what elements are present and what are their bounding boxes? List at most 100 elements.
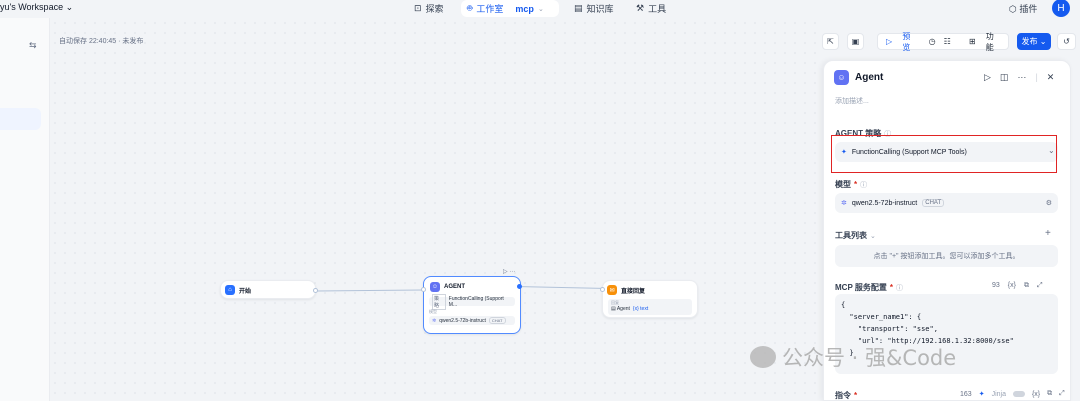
- export-icon[interactable]: ⇱: [822, 33, 839, 50]
- tools-label-row: 工具列表 ⌄: [835, 230, 876, 241]
- version-history-icon[interactable]: ↺: [1057, 33, 1076, 50]
- help-icon[interactable]: ⓘ: [860, 180, 867, 190]
- env-icon[interactable]: ▣: [847, 33, 864, 50]
- autosave-status: 自动保存 22:40:45 · 未发布: [59, 38, 144, 45]
- nav-explore[interactable]: ⊡ 探索: [414, 2, 444, 15]
- divider: |: [1035, 72, 1038, 82]
- split-view-icon[interactable]: ◫: [1000, 72, 1009, 83]
- watermark-text: 公众号 · 强&Code: [782, 346, 957, 370]
- node-agent[interactable]: ☺ AGENT 策略 FunctionCalling (Support M...…: [423, 276, 521, 334]
- publish-button[interactable]: 发布 ⌄: [1017, 33, 1051, 50]
- wechat-icon: [750, 346, 776, 368]
- node-agent-actions[interactable]: ▷ ···: [503, 268, 515, 275]
- plugin-button[interactable]: ⬡ 插件: [1009, 2, 1037, 15]
- nav-tools-label: 工具: [648, 4, 667, 14]
- collapse-icon[interactable]: ⇆: [29, 40, 37, 51]
- publish-label: 发布: [1021, 37, 1038, 46]
- chevron-down-icon[interactable]: ⌄: [538, 5, 544, 13]
- node-answer[interactable]: ✉ 直接回复 回复 ▤ Agent {x} text: [602, 280, 698, 318]
- model-select[interactable]: ✲ qwen2.5-72b-instruct CHAT ⚙: [835, 193, 1058, 213]
- agent-icon: ☺: [834, 70, 849, 85]
- node-agent-title: AGENT: [444, 284, 465, 290]
- compass-icon: ⊡: [414, 3, 422, 13]
- help-icon[interactable]: ⓘ: [896, 283, 903, 293]
- insert-variable-button[interactable]: {x}: [1008, 282, 1016, 290]
- preview-label: 预览: [902, 31, 911, 52]
- tools-hint-text: 点击 "+" 按钮添加工具。您可以添加多个工具。: [873, 253, 1020, 260]
- answer-icon: ✉: [607, 285, 617, 295]
- agent-icon: ☺: [430, 282, 440, 292]
- robot-icon: 🤖︎: [467, 3, 473, 13]
- panel-title[interactable]: Agent: [855, 72, 883, 83]
- sidebar-selected-item[interactable]: [0, 108, 41, 130]
- preview-button[interactable]: ▷ 预览: [878, 31, 925, 53]
- workspace-switcher[interactable]: yu's Workspace ⌄: [0, 2, 73, 13]
- close-icon[interactable]: ✕: [1047, 72, 1055, 83]
- nav-studio[interactable]: 🤖︎ 工作室 mcp ⌄: [461, 0, 559, 17]
- checklist-icon[interactable]: ☷: [940, 37, 955, 46]
- grid-icon: ⊞: [968, 37, 976, 46]
- model-badge: CHAT: [922, 199, 945, 207]
- mcp-char-count: 93: [992, 282, 1000, 289]
- nav-tools[interactable]: ⚒ 工具: [636, 2, 666, 15]
- model-text: qwen2.5-72b-instruct: [439, 317, 486, 324]
- features-button[interactable]: ⊞ 功能: [961, 31, 1008, 53]
- agent-ref-label: Agent: [616, 306, 630, 312]
- sparkle-icon[interactable]: ✦: [979, 390, 985, 398]
- run-icon[interactable]: ▷: [984, 72, 991, 83]
- node-start-title: 开始: [239, 288, 252, 295]
- expand-icon[interactable]: ⤢: [1037, 282, 1043, 290]
- copy-icon[interactable]: ⧉: [1024, 282, 1029, 290]
- node-agent-strategy: 策略 FunctionCalling (Support M...: [429, 293, 515, 310]
- mcp-label: MCP 服务配置: [835, 283, 887, 292]
- more-icon[interactable]: ···: [1017, 72, 1026, 83]
- expand-icon[interactable]: ⤢: [1059, 390, 1065, 398]
- node-start[interactable]: ⌂ 开始: [220, 280, 316, 299]
- avatar[interactable]: H: [1052, 0, 1070, 17]
- add-tool-icon[interactable]: +: [1045, 228, 1051, 239]
- jinja-label: Jinja: [991, 390, 1006, 398]
- tool-icon: ⚒: [636, 3, 645, 13]
- workspace-name: yu's Workspace: [0, 2, 64, 12]
- strategy-text: FunctionCalling (Support M...: [448, 295, 504, 308]
- instruction-label-row: 指令 *: [835, 390, 858, 400]
- model-provider-icon: ✲: [432, 317, 437, 324]
- workflow-canvas[interactable]: [50, 18, 823, 401]
- history-icon[interactable]: ◷: [925, 37, 940, 46]
- insert-variable-icon[interactable]: {x}: [1032, 391, 1040, 398]
- current-app-name[interactable]: mcp: [515, 4, 534, 14]
- nav-explore-label: 探索: [425, 4, 444, 14]
- start-output-handle[interactable]: [313, 288, 318, 293]
- required-mark: *: [854, 391, 858, 400]
- nav-knowledge[interactable]: ▤ 知识库: [574, 2, 614, 15]
- agent-ref: ▤ Agent: [611, 306, 630, 312]
- mcp-label-row: MCP 服务配置 * ⓘ: [835, 282, 903, 293]
- home-icon: ⌂: [225, 285, 235, 295]
- agent-input-handle[interactable]: [421, 287, 426, 292]
- plugin-label: 插件: [1019, 4, 1038, 14]
- agent-output-handle[interactable]: [517, 284, 522, 289]
- model-provider-icon: ✲: [841, 200, 847, 207]
- mcp-actions: 93 {x} ⧉ ⤢: [992, 282, 1043, 290]
- instruction-char-count: 163: [960, 390, 972, 398]
- settings-icon[interactable]: ⚙: [1046, 199, 1052, 207]
- left-sidebar: ⇆: [0, 18, 50, 401]
- model-label: 模型: [835, 180, 851, 189]
- model-badge: CHAT: [488, 317, 506, 324]
- model-tag: 模型: [429, 309, 437, 314]
- instruction-actions: 163 ✦ Jinja {x} ⧉ ⤢: [960, 390, 1065, 398]
- copy-icon[interactable]: ⧉: [1047, 390, 1052, 398]
- instruction-label: 指令: [835, 391, 851, 400]
- book-icon: ▤: [574, 3, 583, 13]
- answer-input-handle[interactable]: [600, 287, 605, 292]
- description-input[interactable]: 添加描述...: [835, 96, 869, 106]
- run-toolbar: ▷ 预览 ◷ ☷ ⊞ 功能: [877, 31, 1009, 53]
- tools-empty-hint: 点击 "+" 按钮添加工具。您可以添加多个工具。: [835, 245, 1058, 267]
- strategy-highlight-box: [831, 135, 1057, 173]
- chevron-down-icon[interactable]: ⌄: [870, 232, 876, 240]
- jinja-toggle[interactable]: [1012, 391, 1025, 397]
- model-value: qwen2.5-72b-instruct: [851, 199, 918, 207]
- node-answer-body: 回复 ▤ Agent {x} text: [608, 299, 692, 315]
- required-mark: *: [889, 283, 893, 292]
- features-label: 功能: [985, 31, 994, 52]
